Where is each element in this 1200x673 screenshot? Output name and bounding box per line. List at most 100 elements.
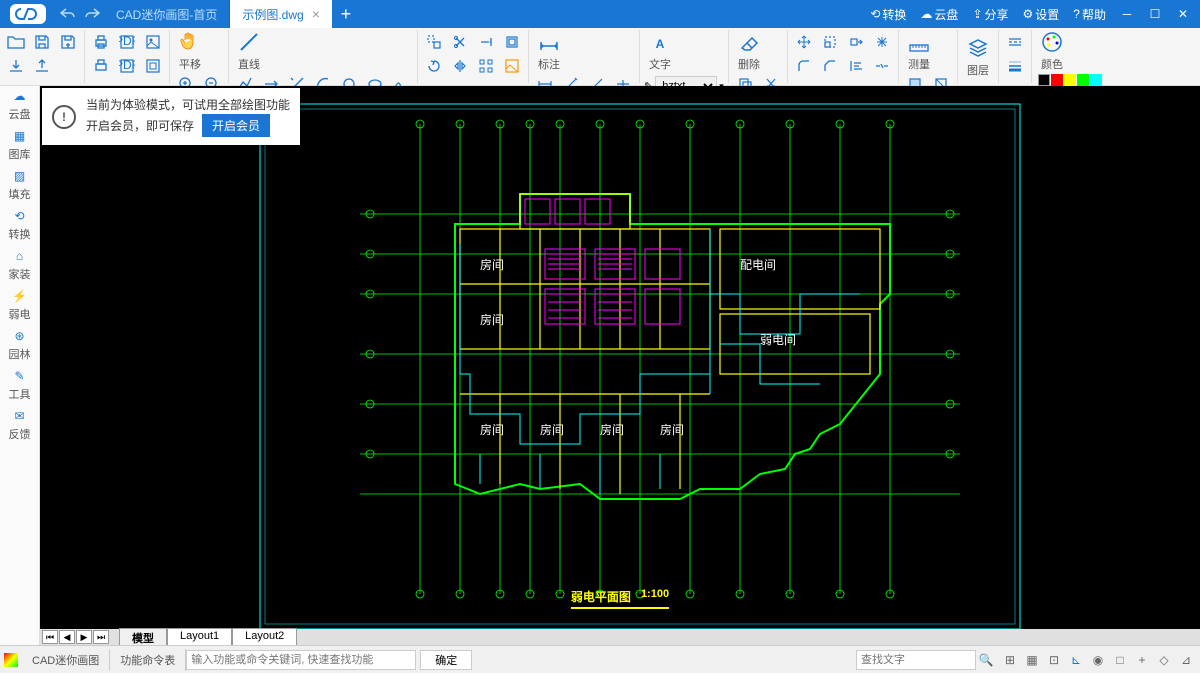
print2-icon[interactable] xyxy=(89,54,113,78)
close-icon[interactable]: × xyxy=(312,6,320,22)
svg-text:弱电间: 弱电间 xyxy=(760,333,796,347)
titlebar-right: ⟲ 转换 ☁ 云盘 ⇪ 分享 ⚙ 设置 ? 帮助 ─ ☐ ✕ xyxy=(864,2,1200,26)
scroll-first-icon[interactable]: ⏮ xyxy=(42,630,58,644)
sidebar-item-cloud[interactable]: ☁云盘 xyxy=(0,86,39,126)
tab-home[interactable]: CAD迷你画图-首页 xyxy=(104,0,230,28)
ok-button[interactable]: 确定 xyxy=(420,650,472,670)
move-icon[interactable] xyxy=(422,30,446,54)
cmd-table-button[interactable]: 功能命令表 xyxy=(110,649,186,671)
convert-button[interactable]: ⟲ 转换 xyxy=(864,2,912,26)
add-tab-icon[interactable]: + xyxy=(332,4,360,25)
swatch-black[interactable] xyxy=(1038,74,1050,86)
add-icon[interactable]: + xyxy=(1132,650,1152,670)
mirror-icon[interactable] xyxy=(448,54,472,78)
osnap-icon[interactable]: □ xyxy=(1110,650,1130,670)
electrical-icon: ⚡ xyxy=(10,287,30,305)
align-icon[interactable] xyxy=(844,54,868,78)
tab-active[interactable]: 示例图.dwg × xyxy=(230,0,332,28)
sidebar-item-tools[interactable]: ✎工具 xyxy=(0,366,39,406)
sidebar-item-fill[interactable]: ▨填充 xyxy=(0,166,39,206)
swatch-green[interactable] xyxy=(1077,74,1089,86)
sidebar-item-convert[interactable]: ⟲转换 xyxy=(0,206,39,246)
command-input[interactable] xyxy=(186,650,416,670)
drawing-canvas[interactable]: ! 当前为体验模式，可试用全部绘图功能 开启会员，即可保存 开启会员 xyxy=(40,86,1200,645)
home-icon: ⌂ xyxy=(10,247,30,265)
open-icon[interactable] xyxy=(4,30,28,54)
saveas-icon[interactable] xyxy=(56,30,80,54)
maximize-icon[interactable]: ☐ xyxy=(1142,2,1168,26)
save-icon[interactable] xyxy=(30,30,54,54)
swatch-red[interactable] xyxy=(1051,74,1063,86)
sidebar-item-landscape[interactable]: ⊛园林 xyxy=(0,326,39,366)
color-group: 颜色 xyxy=(1032,30,1114,83)
sidebar-item-feedback[interactable]: ✉反馈 xyxy=(0,406,39,446)
array-icon[interactable] xyxy=(474,54,498,78)
line-button[interactable]: 直线 xyxy=(233,30,265,72)
minimize-icon[interactable]: ─ xyxy=(1114,2,1140,26)
annotate-button[interactable]: 标注 xyxy=(533,30,565,72)
help-button[interactable]: ? 帮助 xyxy=(1067,2,1112,26)
dimension-icon xyxy=(537,30,561,54)
layout-tab-2[interactable]: Layout2 xyxy=(232,628,297,646)
grid-icon[interactable]: ▦ xyxy=(1022,650,1042,670)
cloud-button[interactable]: ☁ 云盘 xyxy=(914,2,964,26)
horizontal-scrollbar[interactable]: ⏮ ◀ ▶ ⏭ 模型 Layout1 Layout2 xyxy=(40,629,1200,645)
scale-icon[interactable] xyxy=(818,30,842,54)
pan-button[interactable]: 平移 xyxy=(174,30,206,72)
ortho-icon[interactable]: ⊾ xyxy=(1066,650,1086,670)
sidebar-item-electrical[interactable]: ⚡弱电 xyxy=(0,286,39,326)
stretch-icon[interactable] xyxy=(844,30,868,54)
image-export-icon[interactable] xyxy=(141,30,165,54)
delete-button[interactable]: 删除 xyxy=(733,30,765,72)
extend-icon[interactable] xyxy=(474,30,498,54)
svg-text:配电间: 配电间 xyxy=(740,258,776,272)
color-button[interactable]: 颜色 xyxy=(1036,30,1068,72)
dwg-icon[interactable] xyxy=(141,54,165,78)
pdf-icon[interactable]: PDF xyxy=(115,30,139,54)
offset-icon[interactable] xyxy=(500,30,524,54)
grid2-icon[interactable]: ⊡ xyxy=(1044,650,1064,670)
share-button[interactable]: ⇪ 分享 xyxy=(966,2,1014,26)
file-group xyxy=(0,30,85,83)
scroll-next-icon[interactable]: ▶ xyxy=(76,630,92,644)
layout-tab-model[interactable]: 模型 xyxy=(119,628,167,646)
sidebar-item-home[interactable]: ⌂家装 xyxy=(0,246,39,286)
layers-icon xyxy=(966,36,990,60)
redo-icon[interactable] xyxy=(80,3,104,25)
text-button[interactable]: A 文字 xyxy=(644,30,676,72)
layer-button[interactable]: 图层 xyxy=(962,30,994,83)
lock-icon[interactable]: ◇ xyxy=(1154,650,1174,670)
swatch-cyan[interactable] xyxy=(1090,74,1102,86)
linetype-icon[interactable] xyxy=(1003,30,1027,54)
insert-image-icon[interactable] xyxy=(500,54,524,78)
close-window-icon[interactable]: ✕ xyxy=(1170,2,1196,26)
scroll-last-icon[interactable]: ⏭ xyxy=(93,630,109,644)
trim-icon[interactable] xyxy=(448,30,472,54)
settings-button[interactable]: ⚙ 设置 xyxy=(1017,2,1066,26)
print-icon[interactable] xyxy=(89,30,113,54)
fillet-icon[interactable] xyxy=(792,54,816,78)
pdf2-icon[interactable]: PDF xyxy=(115,54,139,78)
ext-icon[interactable]: ⊿ xyxy=(1176,650,1196,670)
snap-icon[interactable]: ⊞ xyxy=(1000,650,1020,670)
undo-icon[interactable] xyxy=(56,3,80,25)
search-input[interactable] xyxy=(856,650,976,670)
break-icon[interactable] xyxy=(870,54,894,78)
lineweight-icon[interactable] xyxy=(1003,54,1027,78)
search-icon[interactable]: 🔍 xyxy=(976,650,996,670)
move2-icon[interactable] xyxy=(792,30,816,54)
export-icon[interactable] xyxy=(30,54,54,78)
polar-icon[interactable]: ◉ xyxy=(1088,650,1108,670)
layout-tab-1[interactable]: Layout1 xyxy=(167,628,232,646)
rotate-icon[interactable] xyxy=(422,54,446,78)
explode-icon[interactable] xyxy=(870,30,894,54)
chamfer-icon[interactable] xyxy=(818,54,842,78)
upgrade-button[interactable]: 开启会员 xyxy=(202,114,270,137)
scroll-prev-icon[interactable]: ◀ xyxy=(59,630,75,644)
import-icon[interactable] xyxy=(4,54,28,78)
swatch-yellow[interactable] xyxy=(1064,74,1076,86)
measure-button[interactable]: 测量 xyxy=(903,30,935,72)
svg-text:房间: 房间 xyxy=(600,422,624,437)
sidebar-item-gallery[interactable]: ▦图库 xyxy=(0,126,39,166)
hand-icon xyxy=(178,30,202,54)
